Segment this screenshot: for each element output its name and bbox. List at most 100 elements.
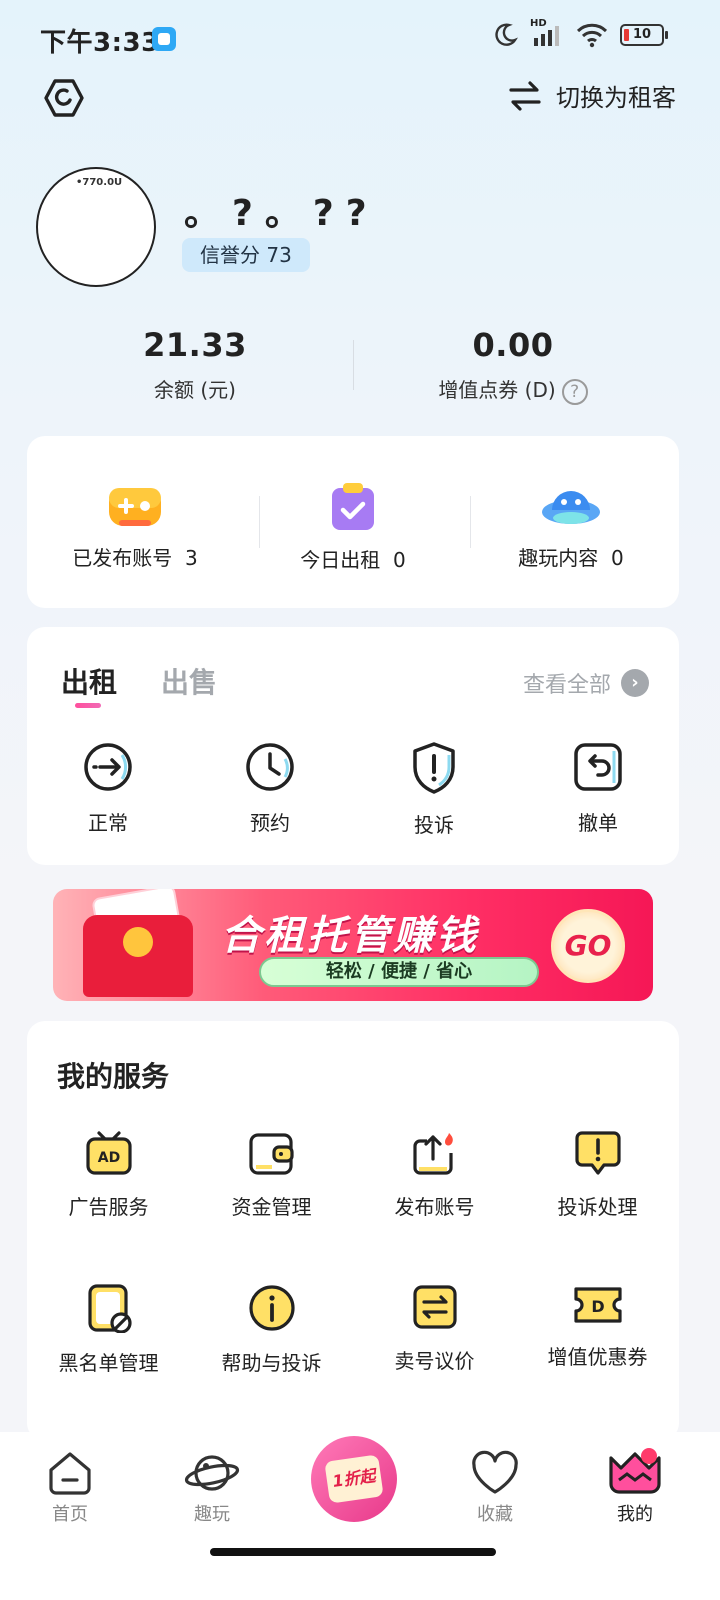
- service-help[interactable]: 帮助与投诉: [190, 1283, 353, 1376]
- tab-underline: [75, 703, 101, 708]
- chevron-right-icon: ›: [621, 669, 649, 697]
- wifi-icon: [576, 23, 608, 48]
- order-status-complaint[interactable]: 投诉: [354, 741, 514, 838]
- stat-count: 0: [610, 546, 624, 570]
- banner-go-button[interactable]: GO: [551, 909, 625, 983]
- settings-hex-button[interactable]: [44, 78, 84, 118]
- points-item[interactable]: 0.00 增值点券 (D)?: [363, 326, 663, 405]
- order-status-label: 撤单: [578, 811, 618, 835]
- stat-fun-content[interactable]: 趣玩内容 0: [463, 482, 679, 571]
- service-publish[interactable]: 发布账号: [353, 1129, 516, 1220]
- cellular-signal-icon: HD: [530, 18, 564, 48]
- blacklist-icon: [87, 1284, 132, 1333]
- stat-label-row: 已发布账号 3: [27, 542, 243, 571]
- wallet-icon: [248, 1133, 294, 1175]
- points-label-row: 增值点券 (D)?: [363, 374, 663, 405]
- view-all-label: 查看全部: [522, 673, 611, 698]
- service-funds[interactable]: 资金管理: [190, 1129, 353, 1220]
- service-coupon[interactable]: D 增值优惠券: [516, 1283, 679, 1370]
- coupon-icon: D: [573, 1287, 622, 1323]
- order-status-label: 预约: [250, 811, 290, 835]
- switch-arrows-icon: [509, 80, 541, 111]
- services-title: 我的服务: [57, 1060, 170, 1093]
- stat-count: 3: [184, 546, 198, 570]
- order-status-cancel[interactable]: 撤单: [518, 741, 678, 836]
- banner-subtitle: 轻松 / 便捷 / 省心: [259, 957, 539, 987]
- battery-level: 10: [632, 27, 652, 42]
- service-label: 卖号议价: [394, 1349, 475, 1373]
- arrow-right-circle-icon: [84, 743, 132, 791]
- services-card: 我的服务 AD 广告服务 资金管理 发布账号 投诉处理 黑名单管理 帮助与投诉 …: [27, 1021, 679, 1441]
- discount-fab-button[interactable]: 1折起: [311, 1436, 397, 1522]
- service-blacklist[interactable]: 黑名单管理: [27, 1283, 190, 1376]
- nav-label: 收藏: [477, 1504, 513, 1525]
- ufo-planet-icon: [542, 491, 600, 524]
- service-label: 发布账号: [394, 1195, 475, 1219]
- service-label: 帮助与投诉: [221, 1351, 322, 1375]
- nav-label: 我的: [617, 1504, 653, 1525]
- balance-value: 21.33: [143, 326, 247, 364]
- points-value: 0.00: [472, 326, 554, 364]
- app-notification-icon: [152, 27, 176, 51]
- gamepad-icon: [109, 488, 161, 526]
- status-icons: HD 10: [492, 18, 668, 48]
- info-icon: [248, 1285, 295, 1331]
- undo-icon: [574, 743, 622, 791]
- exchange-icon: [412, 1285, 457, 1329]
- switch-to-tenant-button[interactable]: 切换为租客: [508, 78, 676, 113]
- svg-text:AD: AD: [97, 1150, 119, 1166]
- nav-favorites[interactable]: 收藏: [445, 1450, 545, 1526]
- orders-card: 出租 出售 查看全部 › 正常 预约 投诉 撤单: [27, 627, 679, 865]
- home-indicator: [210, 1548, 496, 1556]
- stat-label-row: 今日出租 0: [245, 544, 461, 573]
- tab-sell[interactable]: 出售: [161, 661, 217, 701]
- upload-icon: [412, 1133, 453, 1175]
- bottom-nav: 首页 趣玩 1折起 收藏 我的: [0, 1432, 720, 1600]
- stats-card: 已发布账号 3 今日出租 0 趣玩内容 0: [27, 436, 679, 608]
- divider: [353, 340, 354, 390]
- nav-profile[interactable]: 我的: [585, 1448, 685, 1526]
- tab-rent[interactable]: 出租: [61, 661, 117, 701]
- stat-published-accounts[interactable]: 已发布账号 3: [27, 482, 243, 571]
- service-label: 增值优惠券: [547, 1345, 648, 1369]
- hexagon-settings-icon: [44, 79, 84, 117]
- clock-icon: [246, 743, 294, 791]
- svg-text:D: D: [591, 1297, 604, 1316]
- stat-label: 已发布账号: [72, 546, 173, 570]
- discount-fab-icon: 1折起: [324, 1454, 384, 1504]
- balance-item[interactable]: 21.33 余额 (元): [45, 326, 345, 403]
- avatar[interactable]: •770.0U: [36, 167, 156, 287]
- shield-alert-icon: [413, 742, 455, 794]
- banner-title: 合租托管赚钱: [221, 913, 479, 959]
- clipboard-check-icon: [332, 483, 374, 530]
- stat-label: 趣玩内容: [518, 546, 599, 570]
- service-ad[interactable]: AD 广告服务: [27, 1129, 190, 1220]
- notification-dot: [641, 1448, 657, 1464]
- profile-icon-wrap: [607, 1448, 663, 1496]
- service-label: 投诉处理: [557, 1195, 638, 1219]
- balance-label: 余额 (元): [154, 378, 236, 402]
- service-complaint[interactable]: 投诉处理: [516, 1129, 679, 1220]
- planet-icon: [184, 1455, 240, 1491]
- nav-home[interactable]: 首页: [20, 1450, 120, 1526]
- coin-illustration: [123, 927, 153, 957]
- view-all-link[interactable]: 查看全部 ›: [523, 667, 649, 699]
- stat-label: 今日出租: [300, 548, 381, 572]
- username[interactable]: 。?。??: [184, 184, 379, 236]
- switch-label: 切换为租客: [556, 84, 676, 112]
- battery-icon: 10: [620, 24, 668, 46]
- ad-tv-icon: AD: [85, 1131, 132, 1175]
- order-status-reserved[interactable]: 预约: [190, 741, 350, 836]
- order-status-normal[interactable]: 正常: [28, 741, 188, 836]
- credit-score-badge[interactable]: 信誉分 73: [182, 238, 310, 272]
- service-label: 广告服务: [68, 1195, 149, 1219]
- promo-banner[interactable]: 合租托管赚钱 轻松 / 便捷 / 省心 GO: [53, 889, 653, 1001]
- help-icon[interactable]: ?: [561, 378, 588, 405]
- service-bargain[interactable]: 卖号议价: [353, 1283, 516, 1374]
- network-type: HD: [530, 18, 547, 29]
- points-label: 增值点券 (D): [438, 378, 556, 402]
- stat-count: 0: [392, 548, 406, 572]
- nav-fun[interactable]: 趣玩: [162, 1450, 262, 1526]
- stat-today-rent[interactable]: 今日出租 0: [245, 482, 461, 573]
- status-time: 下午3:33: [40, 28, 160, 58]
